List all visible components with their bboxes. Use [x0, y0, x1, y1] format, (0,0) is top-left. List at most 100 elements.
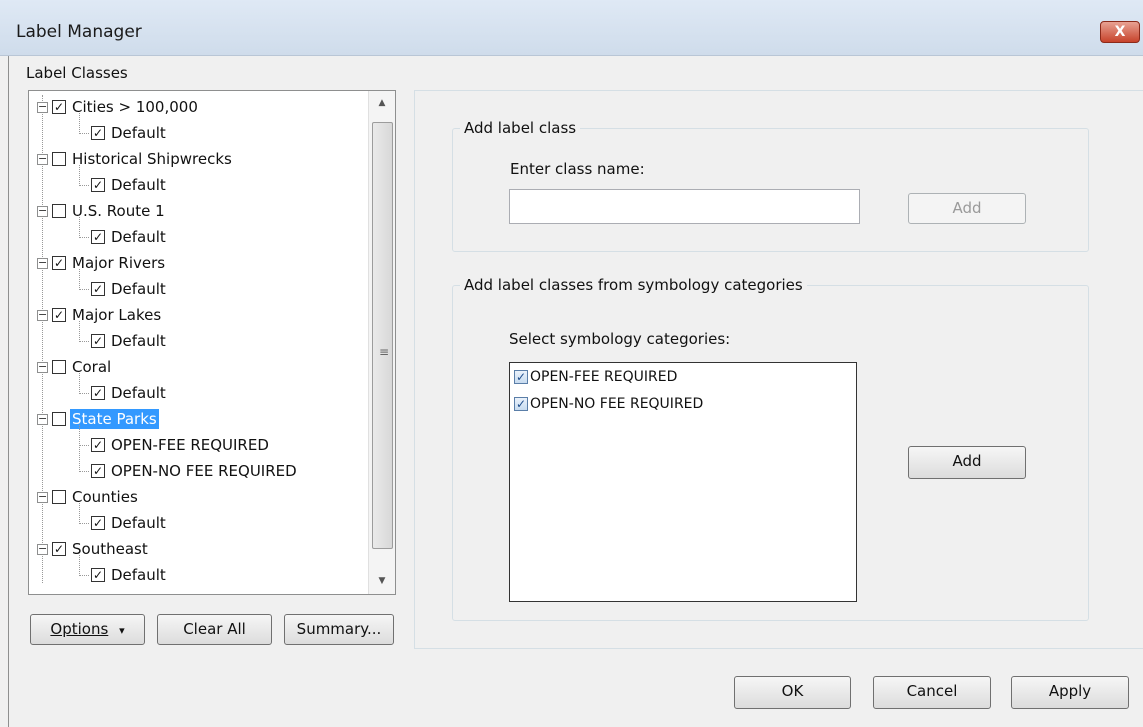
dropdown-arrow-icon: ▾ — [119, 624, 125, 637]
tree-child-node[interactable]: ✓ Default — [79, 225, 168, 249]
tree-node[interactable]: − ✓ Major Rivers — [37, 251, 167, 275]
checkbox[interactable]: ✓ — [52, 256, 66, 270]
tree-child-label[interactable]: Default — [109, 123, 168, 143]
tree-node[interactable]: − ✓ Southeast — [37, 537, 150, 561]
collapse-icon[interactable]: − — [37, 543, 48, 555]
tree-connector — [79, 575, 89, 576]
ok-button[interactable]: OK — [734, 676, 851, 709]
scroll-down-arrow[interactable]: ▼ — [369, 569, 395, 593]
clear-all-button[interactable]: Clear All — [157, 614, 272, 645]
collapse-icon[interactable]: − — [37, 413, 48, 425]
grip-icon: ≡ — [379, 345, 390, 359]
tree-connector — [79, 503, 80, 524]
checkbox[interactable]: ✓ — [52, 308, 66, 322]
checkbox[interactable]: ✓ — [91, 282, 105, 296]
tree-node-label[interactable]: Historical Shipwrecks — [70, 149, 234, 169]
tree-node[interactable]: − Historical Shipwrecks — [37, 147, 234, 171]
tree-child-node[interactable]: ✓ Default — [79, 121, 168, 145]
checkbox[interactable]: ✓ — [52, 100, 66, 114]
tree-node-label[interactable]: Cities > 100,000 — [70, 97, 200, 117]
tree-child-label[interactable]: Default — [109, 383, 168, 403]
tree-child-node[interactable]: ✓ OPEN-NO FEE REQUIRED — [79, 459, 299, 483]
tree-connector — [79, 217, 80, 238]
category-item[interactable]: ✓ OPEN-FEE REQUIRED — [514, 369, 677, 385]
tree-node-label[interactable]: Counties — [70, 487, 140, 507]
tree-child-node[interactable]: ✓ Default — [79, 277, 168, 301]
checkbox[interactable]: ✓ — [91, 568, 105, 582]
class-name-input[interactable] — [509, 189, 860, 224]
tree-child-node[interactable]: ✓ OPEN-FEE REQUIRED — [79, 433, 271, 457]
collapse-icon[interactable]: − — [37, 205, 48, 217]
tree-child-node[interactable]: ✓ Default — [79, 173, 168, 197]
collapse-icon[interactable]: − — [37, 309, 48, 321]
add-label-class-title: Add label class — [460, 119, 581, 137]
tree-scrollbar[interactable]: ▲ ≡ ▼ — [368, 91, 395, 594]
tree-child-label[interactable]: Default — [109, 565, 168, 585]
checkbox[interactable]: ✓ — [91, 386, 105, 400]
checkbox[interactable] — [52, 152, 66, 166]
tree-child-node[interactable]: ✓ Default — [79, 329, 168, 353]
collapse-icon[interactable]: − — [37, 153, 48, 165]
symbology-category-list[interactable]: ✓ OPEN-FEE REQUIRED ✓ OPEN-NO FEE REQUIRED — [509, 362, 857, 602]
label-class-tree[interactable]: − ✓ Cities > 100,000 ✓ Default − Historical Sh… — [28, 90, 396, 595]
checkbox[interactable]: ✓ — [91, 126, 105, 140]
checkbox[interactable]: ✓ — [91, 178, 105, 192]
collapse-icon[interactable]: − — [37, 361, 48, 373]
checkbox[interactable]: ✓ — [91, 230, 105, 244]
tree-child-label[interactable]: Default — [109, 513, 168, 533]
tree-child-label[interactable]: OPEN-NO FEE REQUIRED — [109, 461, 299, 481]
symbology-group-title: Add label classes from symbology categor… — [460, 276, 807, 294]
checkbox[interactable]: ✓ — [91, 438, 105, 452]
cancel-button[interactable]: Cancel — [873, 676, 991, 709]
tree-connector — [79, 237, 89, 238]
scroll-up-arrow[interactable]: ▲ — [369, 91, 395, 115]
tree-connector — [79, 113, 80, 134]
checkbox[interactable] — [52, 360, 66, 374]
add-symbology-button[interactable]: Add — [908, 446, 1026, 479]
tree-child-node[interactable]: ✓ Default — [79, 563, 168, 587]
tree-node-label[interactable]: State Parks — [70, 409, 159, 429]
apply-button[interactable]: Apply — [1011, 676, 1129, 709]
tree-node-label[interactable]: Major Rivers — [70, 253, 167, 273]
checkbox[interactable]: ✓ — [91, 464, 105, 478]
tree-connector — [79, 425, 80, 472]
scroll-thumb[interactable]: ≡ — [372, 122, 393, 549]
tree-node-label[interactable]: Coral — [70, 357, 113, 377]
tree-node[interactable]: − ✓ Cities > 100,000 — [37, 95, 200, 119]
tree-child-label[interactable]: Default — [109, 175, 168, 195]
checkbox[interactable]: ✓ — [91, 334, 105, 348]
checkbox[interactable]: ✓ — [91, 516, 105, 530]
tree-node[interactable]: − U.S. Route 1 — [37, 199, 167, 223]
tree-child-label[interactable]: OPEN-FEE REQUIRED — [109, 435, 271, 455]
tree-child-label[interactable]: Default — [109, 227, 168, 247]
title-bar: Label Manager X — [0, 0, 1143, 56]
tree-connector — [79, 471, 89, 472]
tree-child-node[interactable]: ✓ Default — [79, 381, 168, 405]
close-button[interactable]: X — [1100, 21, 1140, 43]
summary-button[interactable]: Summary... — [284, 614, 394, 645]
checkbox[interactable]: ✓ — [514, 397, 528, 411]
tree-node[interactable]: − ✓ Major Lakes — [37, 303, 163, 327]
tree-node-label[interactable]: U.S. Route 1 — [70, 201, 167, 221]
checkbox[interactable]: ✓ — [52, 542, 66, 556]
collapse-icon[interactable]: − — [37, 257, 48, 269]
tree-node[interactable]: − Coral — [37, 355, 113, 379]
checkbox[interactable] — [52, 490, 66, 504]
checkbox[interactable]: ✓ — [514, 370, 528, 384]
tree-connector — [79, 445, 89, 446]
tree-node[interactable]: − Counties — [37, 485, 140, 509]
collapse-icon[interactable]: − — [37, 101, 48, 113]
add-class-button[interactable]: Add — [908, 193, 1026, 224]
checkbox[interactable] — [52, 412, 66, 426]
collapse-icon[interactable]: − — [37, 491, 48, 503]
tree-child-label[interactable]: Default — [109, 331, 168, 351]
tree-child-node[interactable]: ✓ Default — [79, 511, 168, 535]
options-button[interactable]: Options ▾ — [30, 614, 145, 645]
checkbox[interactable] — [52, 204, 66, 218]
tree-child-label[interactable]: Default — [109, 279, 168, 299]
tree-node-label[interactable]: Major Lakes — [70, 305, 163, 325]
tree-connector — [79, 341, 89, 342]
tree-node[interactable]: − State Parks — [37, 407, 159, 431]
tree-node-label[interactable]: Southeast — [70, 539, 150, 559]
category-item[interactable]: ✓ OPEN-NO FEE REQUIRED — [514, 396, 703, 412]
